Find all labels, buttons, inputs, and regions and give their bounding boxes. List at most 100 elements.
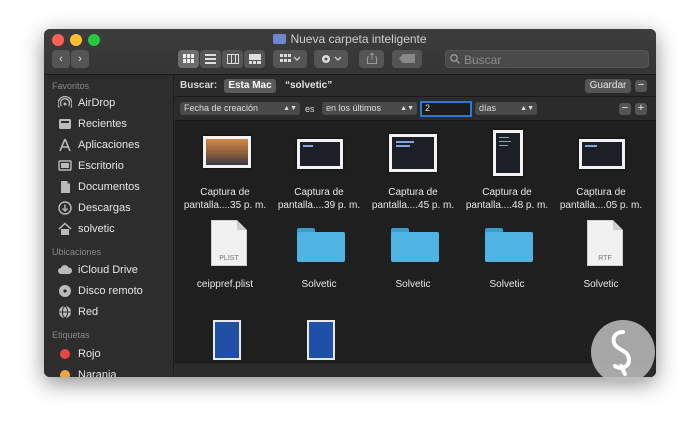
network-icon (59, 305, 71, 319)
screenshot-thumbnail (179, 130, 271, 182)
sidebar-item-label: solvetic (78, 223, 115, 235)
scope-this-mac-button[interactable]: Esta Mac (224, 79, 276, 93)
chevron-updown-icon: ▲▼ (400, 105, 414, 112)
icon-view-button[interactable] (178, 50, 199, 68)
file-item[interactable]: Captura de pantalla....05 p. m. (555, 130, 647, 218)
file-item[interactable]: PLIST ceippref.plist (179, 218, 271, 306)
back-button[interactable]: ‹ (52, 50, 70, 68)
file-item[interactable]: RTF Solvetic (555, 218, 647, 306)
screenshot-thumbnail (367, 130, 459, 182)
file-name: Captura de pantalla....45 p. m. (371, 187, 455, 211)
attribute-value: Fecha de creación (184, 103, 259, 113)
favorites-heading: Favoritos (52, 81, 90, 91)
tags-button[interactable] (392, 50, 422, 68)
tag-icon (399, 54, 415, 63)
folder-icon (367, 218, 459, 270)
group-button[interactable] (273, 50, 307, 68)
document-icon (61, 181, 70, 193)
orange-tag-dot-icon (60, 370, 70, 377)
file-item[interactable]: Captura de pantalla....35 p. m. (179, 130, 271, 218)
file-grid: Captura de pantalla....35 p. m. Captura … (175, 122, 656, 362)
search-placeholder: Buscar (464, 53, 502, 67)
disc-icon (59, 285, 71, 297)
file-name: Solvetic (395, 279, 431, 290)
search-field[interactable]: Buscar (445, 50, 649, 68)
sidebar-item-disco-remoto[interactable]: Disco remoto (58, 283, 172, 299)
rtf-document-icon: RTF (555, 218, 647, 270)
file-name: Captura de pantalla....48 p. m. (465, 187, 549, 211)
operator-value: en los últimos (326, 103, 382, 113)
file-item[interactable]: Captura de pantalla....39 p. m. (273, 130, 365, 218)
sidebar-item-airdrop[interactable]: AirDrop (58, 95, 172, 111)
title-bar: Nueva carpeta inteligente ‹ › Buscar (44, 29, 656, 75)
sidebar-tag-rojo[interactable]: Rojo (58, 346, 172, 362)
column-view-icon (226, 54, 239, 64)
remove-search-button[interactable]: − (635, 80, 647, 92)
forward-button[interactable]: › (71, 50, 89, 68)
sidebar-item-icloud-drive[interactable]: iCloud Drive (58, 262, 172, 278)
remove-criteria-button[interactable]: − (619, 103, 631, 115)
group-icon (280, 54, 301, 62)
sidebar-item-label: Naranja (78, 369, 117, 377)
search-scope-bar: Buscar: Esta Mac “solvetic” Guardar − (175, 75, 656, 97)
home-icon (58, 222, 72, 235)
window-title: Nueva carpeta inteligente (290, 32, 427, 46)
action-button[interactable] (314, 50, 348, 68)
gallery-view-icon (248, 54, 261, 64)
file-item[interactable]: Captura de pantalla....48 p. m. (461, 130, 553, 218)
file-name: Solvetic (489, 279, 525, 290)
file-name: ceippref.plist (196, 279, 254, 290)
add-criteria-button[interactable]: + (635, 103, 647, 115)
chevron-updown-icon: ▲▼ (520, 105, 534, 112)
screenshot-thumbnail-partial[interactable] (213, 320, 241, 360)
sidebar-item-documentos[interactable]: Documentos (58, 179, 172, 195)
column-view-button[interactable] (222, 50, 243, 68)
screenshot-thumbnail (273, 130, 365, 182)
operator-select[interactable]: en los últimos ▲▼ (322, 102, 417, 115)
share-button[interactable] (359, 50, 384, 68)
gear-icon (322, 55, 342, 63)
sidebar-item-label: Recientes (78, 118, 127, 130)
sidebar-item-descargas[interactable]: Descargas (58, 200, 172, 216)
desktop-icon (58, 160, 72, 171)
status-bar (175, 362, 656, 377)
locations-heading: Ubicaciones (52, 247, 102, 257)
scope-query-button[interactable]: “solvetic” (285, 80, 332, 91)
sidebar-item-label: Rojo (78, 348, 101, 360)
screenshot-thumbnail-partial[interactable] (307, 320, 335, 360)
file-name: Solvetic (301, 279, 337, 290)
folder-icon (273, 218, 365, 270)
file-item[interactable]: Solvetic (273, 218, 365, 306)
sidebar-item-recientes[interactable]: Recientes (58, 116, 172, 132)
save-button[interactable]: Guardar (585, 79, 631, 93)
red-tag-dot-icon (60, 349, 70, 359)
sidebar-item-aplicaciones[interactable]: Aplicaciones (58, 137, 172, 153)
file-item[interactable]: Solvetic (461, 218, 553, 306)
file-extension: PLIST (219, 255, 239, 262)
gallery-view-button[interactable] (244, 50, 265, 68)
icon-view-icon (183, 54, 194, 63)
unit-select[interactable]: días ▲▼ (475, 102, 537, 115)
list-view-icon (205, 54, 216, 64)
unit-value: días (479, 103, 497, 113)
search-label: Buscar: (180, 80, 218, 91)
sidebar-tag-naranja[interactable]: Naranja (58, 367, 172, 377)
attribute-select[interactable]: Fecha de creación ▲▼ (180, 102, 300, 115)
sidebar-item-label: Descargas (78, 202, 131, 214)
window-title-wrap: Nueva carpeta inteligente (44, 32, 656, 47)
file-item[interactable]: Solvetic (367, 218, 459, 306)
sidebar-item-label: Escritorio (78, 160, 124, 172)
sidebar-item-escritorio[interactable]: Escritorio (58, 158, 172, 174)
apps-icon (59, 138, 71, 152)
finder-window: Nueva carpeta inteligente ‹ › Buscar Fav… (44, 29, 656, 377)
file-item[interactable]: Captura de pantalla....45 p. m. (367, 130, 459, 218)
sidebar-item-label: AirDrop (78, 97, 116, 109)
days-value-input[interactable]: 2 (420, 101, 472, 117)
tags-heading: Etiquetas (52, 330, 90, 340)
sidebar-item-solvetic[interactable]: solvetic (58, 221, 172, 237)
sidebar-item-label: iCloud Drive (78, 264, 138, 276)
download-icon (58, 201, 72, 215)
sidebar-item-red[interactable]: Red (58, 304, 172, 320)
list-view-button[interactable] (200, 50, 221, 68)
content-area: Buscar: Esta Mac “solvetic” Guardar − Fe… (175, 75, 656, 377)
